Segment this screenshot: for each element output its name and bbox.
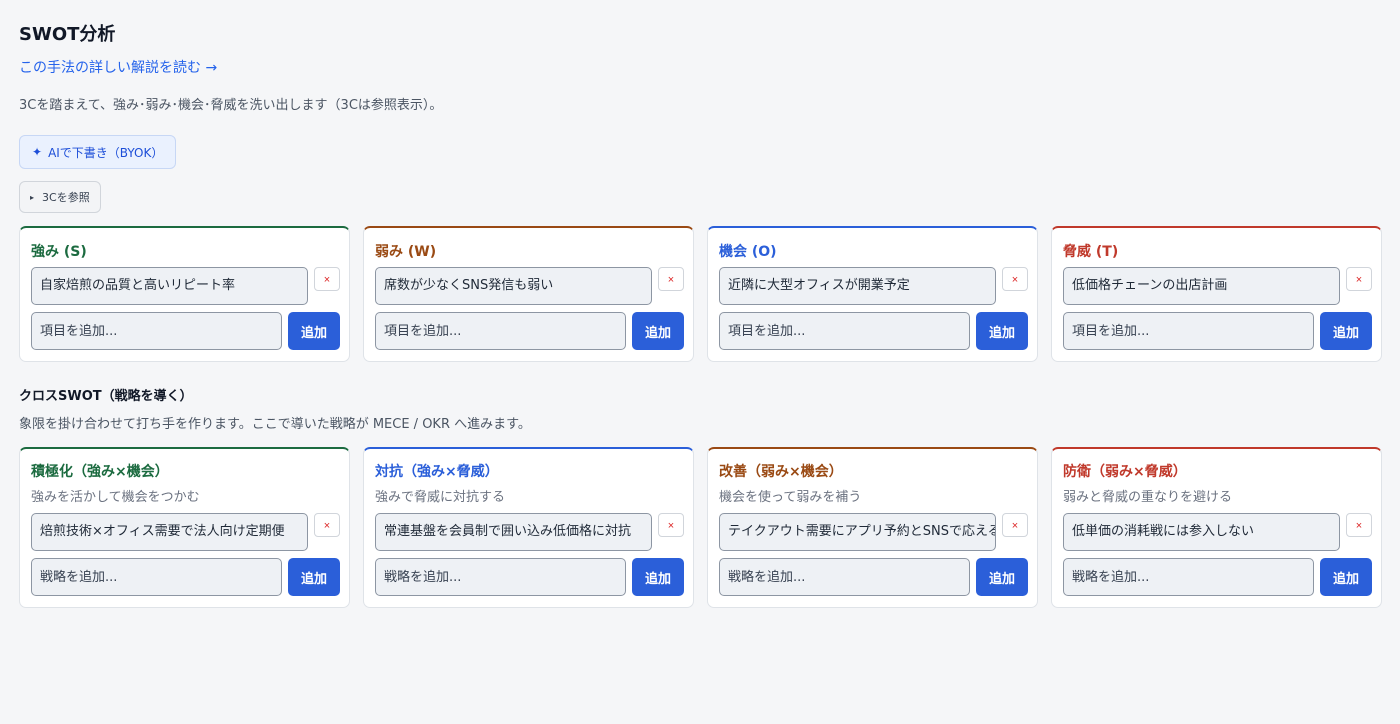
card-title: 対抗（強み×脅威）: [375, 464, 499, 480]
add-strategy-input[interactable]: [719, 558, 970, 596]
add-row: 追加: [31, 558, 340, 596]
item-field[interactable]: テイクアウト需要にアプリ予約とSNSで応える: [719, 513, 996, 551]
reference-3c-label: 3Cを参照: [42, 191, 90, 204]
item-field[interactable]: 席数が少なくSNS発信も弱い: [375, 267, 652, 305]
add-button[interactable]: 追加: [976, 558, 1028, 596]
card-title: 防衛（弱み×脅威）: [1063, 464, 1187, 480]
list-item: 席数が少なくSNS発信も弱い ×: [375, 267, 684, 305]
add-row: 追加: [375, 558, 684, 596]
item-field[interactable]: 低単価の消耗戦には参入しない: [1063, 513, 1340, 551]
swot-grid: 強み (S) 自家焙煎の品質と高いリピート率 × 追加 弱み (W) 席数が少な…: [19, 226, 1382, 362]
delete-button[interactable]: ×: [1002, 513, 1028, 537]
add-button[interactable]: 追加: [976, 312, 1028, 350]
list-item: 常連基盤を会員制で囲い込み低価格に対抗 ×: [375, 513, 684, 551]
item-field[interactable]: 常連基盤を会員制で囲い込み低価格に対抗: [375, 513, 652, 551]
add-strategy-input[interactable]: [375, 558, 626, 596]
card-threats: 脅威 (T) 低価格チェーンの出店計画 × 追加: [1051, 226, 1382, 362]
card-title: 改善（弱み×機会）: [719, 464, 843, 480]
reference-3c-toggle[interactable]: ▸ 3Cを参照: [19, 181, 101, 213]
item-field[interactable]: 近隣に大型オフィスが開業予定: [719, 267, 996, 305]
card-subtitle: 強みを活かして機会をつかむ: [31, 490, 200, 505]
add-item-input[interactable]: [375, 312, 626, 350]
list-item: 低単価の消耗戦には参入しない ×: [1063, 513, 1372, 551]
delete-button[interactable]: ×: [658, 513, 684, 537]
add-item-input[interactable]: [1063, 312, 1314, 350]
add-item-input[interactable]: [719, 312, 970, 350]
card-strengths: 強み (S) 自家焙煎の品質と高いリピート率 × 追加: [19, 226, 350, 362]
add-button[interactable]: 追加: [288, 558, 340, 596]
card-subtitle: 機会を使って弱みを補う: [719, 490, 862, 505]
caret-right-icon: ▸: [30, 192, 35, 202]
add-button[interactable]: 追加: [632, 312, 684, 350]
list-item: 低価格チェーンの出店計画 ×: [1063, 267, 1372, 305]
add-item-input[interactable]: [31, 312, 282, 350]
card-weaknesses: 弱み (W) 席数が少なくSNS発信も弱い × 追加: [363, 226, 694, 362]
page-title: SWOT分析: [19, 24, 116, 45]
add-strategy-input[interactable]: [31, 558, 282, 596]
card-title: 脅威 (T): [1063, 244, 1119, 260]
ai-draft-button[interactable]: ✦ AIで下書き（BYOK）: [19, 135, 177, 169]
card-title: 弱み (W): [375, 244, 437, 260]
delete-button[interactable]: ×: [1002, 267, 1028, 291]
delete-button[interactable]: ×: [314, 267, 340, 291]
item-field[interactable]: 自家焙煎の品質と高いリピート率: [31, 267, 308, 305]
add-button[interactable]: 追加: [288, 312, 340, 350]
cross-swot-grid: 積極化（強み×機会） 強みを活かして機会をつかむ 焙煎技術×オフィス需要で法人向…: [19, 447, 1382, 608]
card-opportunities: 機会 (O) 近隣に大型オフィスが開業予定 × 追加: [707, 226, 1038, 362]
list-item: テイクアウト需要にアプリ予約とSNSで応える ×: [719, 513, 1028, 551]
card-subtitle: 弱みと脅威の重なりを避ける: [1063, 490, 1233, 505]
add-button[interactable]: 追加: [1320, 558, 1372, 596]
card-title: 積極化（強み×機会）: [31, 464, 169, 480]
card-title: 強み (S): [31, 244, 87, 260]
add-row: 追加: [31, 312, 340, 350]
add-strategy-input[interactable]: [1063, 558, 1314, 596]
card-title: 機会 (O): [719, 244, 777, 260]
page-description: 3Cを踏まえて、強み･弱み･機会･脅威を洗い出します（3Cは参照表示）。: [19, 98, 443, 113]
item-field[interactable]: 低価格チェーンの出店計画: [1063, 267, 1340, 305]
add-row: 追加: [1063, 558, 1372, 596]
sparkle-icon: ✦: [32, 145, 43, 159]
card-wo-strategy: 改善（弱み×機会） 機会を使って弱みを補う テイクアウト需要にアプリ予約とSNS…: [707, 447, 1038, 608]
card-so-strategy: 積極化（強み×機会） 強みを活かして機会をつかむ 焙煎技術×オフィス需要で法人向…: [19, 447, 350, 608]
add-button[interactable]: 追加: [1320, 312, 1372, 350]
delete-button[interactable]: ×: [658, 267, 684, 291]
add-row: 追加: [375, 312, 684, 350]
swot-page: SWOT分析 この手法の詳しい解説を読む → 3Cを踏まえて、強み･弱み･機会･…: [0, 0, 1400, 608]
list-item: 焙煎技術×オフィス需要で法人向け定期便 ×: [31, 513, 340, 551]
list-item: 近隣に大型オフィスが開業予定 ×: [719, 267, 1028, 305]
delete-button[interactable]: ×: [314, 513, 340, 537]
add-row: 追加: [1063, 312, 1372, 350]
card-subtitle: 強みで脅威に対抗する: [375, 490, 506, 505]
card-st-strategy: 対抗（強み×脅威） 強みで脅威に対抗する 常連基盤を会員制で囲い込み低価格に対抗…: [363, 447, 694, 608]
item-field[interactable]: 焙煎技術×オフィス需要で法人向け定期便: [31, 513, 308, 551]
add-button[interactable]: 追加: [632, 558, 684, 596]
delete-button[interactable]: ×: [1346, 513, 1372, 537]
add-row: 追加: [719, 312, 1028, 350]
delete-button[interactable]: ×: [1346, 267, 1372, 291]
list-item: 自家焙煎の品質と高いリピート率 ×: [31, 267, 340, 305]
guide-link[interactable]: この手法の詳しい解説を読む →: [19, 57, 217, 79]
ai-draft-label: AIで下書き（BYOK）: [48, 145, 164, 160]
add-row: 追加: [719, 558, 1028, 596]
cross-swot-title: クロスSWOT（戦略を導く）: [19, 389, 193, 404]
cross-swot-description: 象限を掛け合わせて打ち手を作ります。ここで導いた戦略が MECE / OKR へ…: [19, 417, 531, 432]
card-wt-strategy: 防衛（弱み×脅威） 弱みと脅威の重なりを避ける 低単価の消耗戦には参入しない ×…: [1051, 447, 1382, 608]
